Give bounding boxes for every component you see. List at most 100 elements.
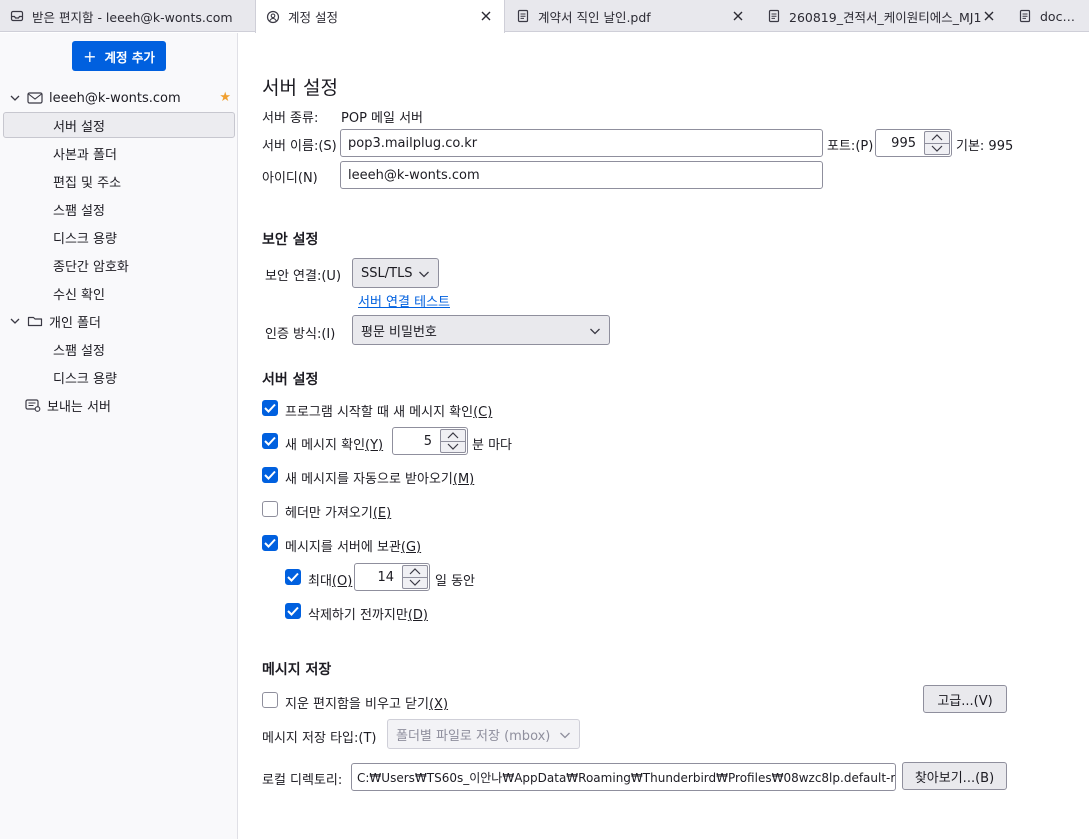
chevron-up-icon[interactable]: [403, 566, 427, 577]
mail-account-icon: [27, 90, 43, 106]
connection-security-label: 보안 연결:(U): [265, 265, 341, 284]
sidebar-item-local-junk[interactable]: 스팸 설정: [3, 336, 235, 362]
chevron-down-icon[interactable]: [9, 92, 21, 104]
tab-label: 계정 설정: [288, 10, 338, 25]
checkmark-icon: [287, 606, 299, 616]
chevron-down-icon[interactable]: [441, 440, 465, 453]
check-every-accesskey: (Y): [365, 438, 384, 453]
sidebar-item-label: 스팸 설정: [53, 203, 105, 219]
check-every-text: 새 메시지 확인: [285, 438, 366, 453]
sidebar-item-disk-space[interactable]: 디스크 용량: [3, 224, 235, 250]
auth-method-select[interactable]: 평문 비밀번호: [352, 315, 610, 345]
until-delete-text: 삭제하기 전까지만: [308, 608, 408, 623]
server-name-input[interactable]: pop3.mailplug.co.kr: [340, 129, 823, 157]
sidebar-item-copies-folders[interactable]: 사본과 폴더: [3, 140, 235, 166]
sidebar-local-folders-row[interactable]: 개인 폴더: [3, 308, 235, 334]
page-title: 서버 설정: [262, 77, 338, 99]
tab-pdf-quote[interactable]: 260819_견적서_케이원티에스_MJ1: [757, 0, 1007, 32]
checkmark-icon: [264, 538, 276, 548]
check-startup-checkbox[interactable]: [262, 400, 278, 416]
inbox-icon: [10, 9, 24, 23]
close-icon[interactable]: [730, 8, 746, 24]
sidebar-item-e2e-encryption[interactable]: 종단간 암호화: [3, 252, 235, 278]
empty-trash-label: 지운 편지함을 비우고 닫기(X): [285, 693, 448, 712]
chevron-down-icon[interactable]: [9, 315, 21, 327]
sidebar-item-label: 디스크 용량: [53, 371, 117, 387]
chevron-down-icon[interactable]: [925, 142, 949, 155]
document-icon: [767, 9, 781, 23]
sidebar-item-receipts[interactable]: 수신 확인: [3, 280, 235, 306]
server-type-value: POP 메일 서버: [341, 111, 424, 126]
empty-trash-checkbox[interactable]: [262, 692, 278, 708]
local-dir-input[interactable]: C:₩Users₩TS60s_이안나₩AppData₩Roaming₩Thund…: [351, 763, 896, 791]
leave-on-server-checkbox[interactable]: [262, 535, 278, 551]
sidebar-account-row[interactable]: leeeh@k-wonts.com ★: [3, 85, 235, 111]
sidebar-item-label: 사본과 폴더: [53, 147, 117, 163]
port-stepper[interactable]: 995: [875, 129, 952, 157]
server-name-label-text: 서버 이름:: [262, 139, 319, 154]
headers-only-checkbox[interactable]: [262, 501, 278, 517]
sidebar-item-label: 스팸 설정: [53, 343, 105, 359]
max-days-stepper[interactable]: 14: [354, 563, 430, 591]
store-type-value: 폴더별 파일로 저장 (mbox): [396, 728, 551, 744]
account-sidebar: + 계정 추가 leeeh@k-wonts.com ★ 서버 설정 사본과 폴더…: [0, 33, 238, 839]
chevron-up-icon[interactable]: [925, 132, 949, 143]
tab-inbox[interactable]: 받은 편지함 - leeeh@k-wonts.com: [0, 0, 255, 32]
document-icon: [1018, 9, 1032, 23]
check-every-checkbox[interactable]: [262, 433, 278, 449]
until-delete-checkbox[interactable]: [285, 603, 301, 619]
max-days-label: 최대(O): [308, 570, 352, 589]
tab-label: 계약서 직인 날인.pdf: [538, 9, 651, 25]
headers-only-accesskey: (E): [372, 506, 392, 521]
auto-download-text: 새 메시지를 자동으로 받아오기: [285, 472, 453, 487]
until-delete-accesskey: (D): [407, 608, 428, 623]
empty-trash-accesskey: (X): [428, 697, 449, 712]
port-default: 기본: 995: [956, 139, 1014, 154]
tab-label: doc02330: [1040, 8, 1079, 24]
tab-doc[interactable]: doc02330: [1008, 0, 1089, 32]
user-name-accesskey: (N): [297, 171, 318, 186]
sidebar-item-junk[interactable]: 스팸 설정: [3, 196, 235, 222]
sidebar-account-label: leeeh@k-wonts.com: [49, 90, 181, 106]
user-name-label-text: 아이디: [262, 171, 298, 186]
advanced-button[interactable]: 고급...(V): [923, 685, 1007, 713]
close-icon[interactable]: [478, 8, 494, 24]
sidebar-item-local-disk-space[interactable]: 디스크 용량: [3, 364, 235, 390]
auto-download-checkbox[interactable]: [262, 467, 278, 483]
connection-security-accesskey: (U): [321, 269, 342, 284]
store-type-accesskey: (T): [358, 731, 377, 746]
store-type-label: 메시지 저장 타입:(T): [262, 727, 376, 746]
test-connection-link[interactable]: 서버 연결 테스트: [358, 291, 450, 310]
account-settings-icon: [266, 10, 280, 24]
check-startup-accesskey: (C): [473, 405, 493, 420]
auth-method-value: 평문 비밀번호: [361, 324, 437, 340]
close-icon[interactable]: [981, 8, 997, 24]
tab-account-settings[interactable]: 계정 설정: [255, 0, 505, 33]
tab-pdf-contract[interactable]: 계약서 직인 날인.pdf: [506, 0, 756, 32]
check-interval-stepper[interactable]: 5: [392, 427, 468, 455]
max-days-checkbox[interactable]: [285, 569, 301, 585]
chevron-up-icon[interactable]: [441, 430, 465, 441]
sidebar-item-server-settings[interactable]: 서버 설정: [3, 112, 235, 138]
sidebar-item-label: 디스크 용량: [53, 231, 117, 247]
max-days-text: 최대: [308, 574, 332, 589]
stepper-arrows: [402, 565, 428, 589]
sidebar-item-outgoing-server[interactable]: 보내는 서버: [3, 392, 235, 418]
sidebar-item-composition[interactable]: 편집 및 주소: [3, 168, 235, 194]
document-icon: [516, 9, 530, 23]
checkmark-icon: [264, 403, 276, 413]
chevron-down-icon[interactable]: [403, 576, 427, 589]
add-account-button[interactable]: + 계정 추가: [72, 41, 166, 71]
browse-button[interactable]: 찾아보기...(B): [902, 762, 1007, 790]
auth-method-accesskey: (I): [321, 327, 336, 342]
leave-on-server-accesskey: (G): [400, 540, 422, 555]
checkmark-icon: [264, 470, 276, 480]
until-delete-label: 삭제하기 전까지만(D): [308, 604, 428, 623]
security-heading: 보안 설정: [262, 232, 319, 248]
sidebar-item-label: 편집 및 주소: [53, 175, 122, 191]
folder-icon: [27, 313, 43, 329]
leave-on-server-text: 메시지를 서버에 보관: [285, 540, 401, 555]
check-every-suffix: 분 마다: [472, 438, 513, 453]
connection-security-select[interactable]: SSL/TLS: [352, 258, 439, 288]
user-name-input[interactable]: leeeh@k-wonts.com: [340, 161, 823, 189]
